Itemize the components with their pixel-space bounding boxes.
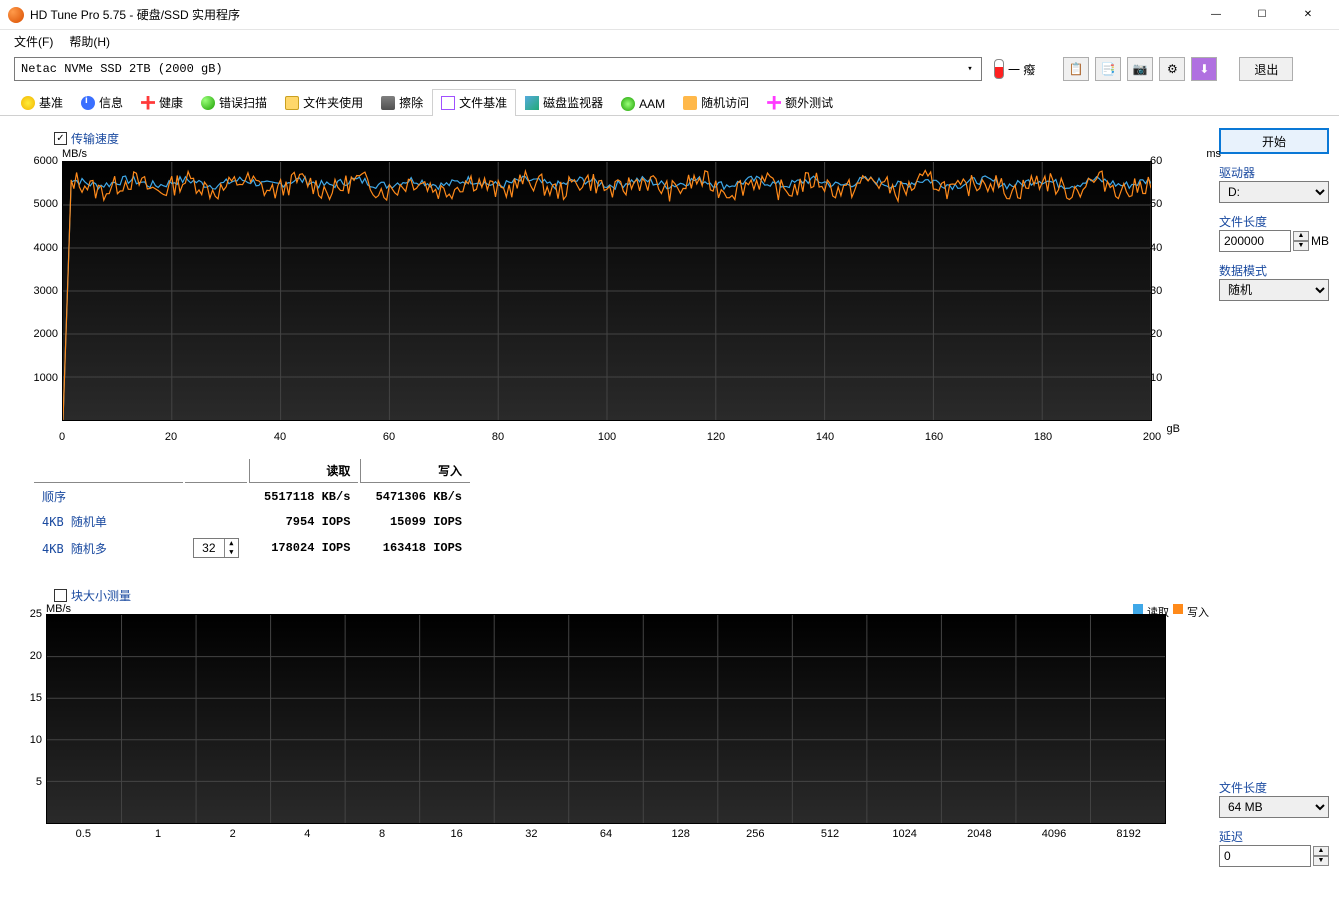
copy-button[interactable]: 📋 (1063, 57, 1089, 81)
options-button[interactable]: ⚙ (1159, 57, 1185, 81)
menu-file[interactable]: 文件(F) (6, 31, 61, 52)
table-row: 顺序 5517118 KB/s 5471306 KB/s (34, 485, 470, 508)
toolbar: Netac NVMe SSD 2TB (2000 gB) ▾ 一 癈 📋 📑 📷… (0, 52, 1339, 86)
drive-select[interactable]: Netac NVMe SSD 2TB (2000 gB) ▾ (14, 57, 982, 81)
info-icon (81, 96, 95, 110)
scan-icon (201, 96, 215, 110)
spin-down-icon[interactable]: ▼ (1313, 856, 1329, 866)
tab-health[interactable]: 健康 (132, 89, 192, 116)
file-length2-select[interactable]: 64 MB (1219, 796, 1329, 818)
thermometer-icon (994, 59, 1004, 79)
random-icon (683, 96, 697, 110)
tab-folder-usage[interactable]: 文件夹使用 (276, 89, 372, 116)
table-row: 4KB 随机多 ▲▼ 178024 IOPS 163418 IOPS (34, 535, 470, 561)
file-length2-label: 文件长度 (1219, 781, 1267, 795)
blocksize-label: 块大小测量 (71, 587, 131, 604)
write-header: 写入 (360, 459, 470, 483)
tab-info[interactable]: 信息 (72, 89, 132, 116)
spin-down-icon[interactable]: ▼ (224, 548, 238, 557)
tab-benchmark[interactable]: 基准 (12, 89, 72, 116)
file-length-input[interactable] (1219, 230, 1291, 252)
drive-letter-select[interactable]: D: (1219, 181, 1329, 203)
minimize-button[interactable]: — (1193, 0, 1239, 30)
read-header: 读取 (249, 459, 359, 483)
data-pattern-select[interactable]: 随机 (1219, 279, 1329, 301)
folder-icon (285, 96, 299, 110)
temperature-display: 一 癈 (988, 59, 1041, 79)
monitor-icon (525, 96, 539, 110)
spin-down-icon[interactable]: ▼ (1293, 241, 1309, 251)
x-axis-unit: gB (1167, 423, 1180, 435)
save-button[interactable]: ⬇ (1191, 57, 1217, 81)
file-length-label: 文件长度 (1219, 215, 1267, 229)
window-title: HD Tune Pro 5.75 - 硬盘/SSD 实用程序 (30, 6, 240, 23)
drive-select-value: Netac NVMe SSD 2TB (2000 gB) (21, 62, 223, 76)
spin-up-icon[interactable]: ▲ (1293, 231, 1309, 241)
start-button[interactable]: 开始 (1219, 128, 1329, 154)
blocksize-chart: 252015105 0.5124816326412825651210242048… (10, 604, 1170, 854)
maximize-button[interactable]: ☐ (1239, 0, 1285, 30)
exit-button[interactable]: 退出 (1239, 57, 1293, 81)
side-panel: 开始 驱动器 D: 文件长度 ▲▼ MB 数据模式 随机 文件长度 64 MB … (1219, 126, 1329, 907)
transfer-chart: 600050004000300020001000 605040302010 02… (26, 151, 1146, 441)
screenshot-button[interactable]: 📷 (1127, 57, 1153, 81)
tab-file-benchmark[interactable]: 文件基准 (432, 89, 516, 116)
blocksize-checkbox-row: 块大小测量 (54, 587, 1209, 604)
data-pattern-label: 数据模式 (1219, 264, 1267, 278)
delay-input[interactable] (1219, 845, 1311, 867)
results-table: 读取 写入 顺序 5517118 KB/s 5471306 KB/s 4KB 随… (32, 457, 472, 563)
legend-write-swatch (1173, 604, 1183, 614)
spin-up-icon[interactable]: ▲ (1313, 846, 1329, 856)
tab-disk-monitor[interactable]: 磁盘监视器 (516, 89, 612, 116)
menubar: 文件(F) 帮助(H) (0, 30, 1339, 52)
titlebar: HD Tune Pro 5.75 - 硬盘/SSD 实用程序 — ☐ ✕ (0, 0, 1339, 30)
transfer-speed-label: 传输速度 (71, 130, 119, 147)
table-row: 4KB 随机单 7954 IOPS 15099 IOPS (34, 510, 470, 533)
tab-error-scan[interactable]: 错误扫描 (192, 89, 276, 116)
dropdown-icon: ▾ (961, 60, 979, 78)
copy-all-button[interactable]: 📑 (1095, 57, 1121, 81)
queue-depth-value[interactable] (194, 541, 224, 555)
transfer-speed-checkbox-row: 传输速度 (54, 130, 1209, 147)
app-icon (8, 7, 24, 23)
extra-icon (767, 96, 781, 110)
tab-bar: 基准 信息 健康 错误扫描 文件夹使用 擦除 文件基准 磁盘监视器 AAM 随机… (0, 86, 1339, 116)
temperature-text: 一 癈 (1008, 61, 1035, 78)
tab-extra-tests[interactable]: 额外测试 (758, 89, 842, 116)
queue-depth-spinner[interactable]: ▲▼ (193, 538, 239, 558)
drive-label: 驱动器 (1219, 166, 1255, 180)
tab-random-access[interactable]: 随机访问 (674, 89, 758, 116)
tab-erase[interactable]: 擦除 (372, 89, 432, 116)
health-icon (141, 96, 155, 110)
tab-aam[interactable]: AAM (612, 92, 674, 116)
erase-icon (381, 96, 395, 110)
close-button[interactable]: ✕ (1285, 0, 1331, 30)
spin-up-icon[interactable]: ▲ (224, 539, 238, 548)
transfer-speed-checkbox[interactable] (54, 132, 67, 145)
y2-axis-unit: ms (1206, 148, 1221, 160)
benchmark-icon (21, 96, 35, 110)
delay-label: 延迟 (1219, 830, 1243, 844)
file-length-unit: MB (1311, 234, 1329, 248)
aam-icon (621, 97, 635, 111)
menu-help[interactable]: 帮助(H) (61, 31, 118, 52)
file-benchmark-icon (441, 96, 455, 110)
blocksize-checkbox[interactable] (54, 589, 67, 602)
